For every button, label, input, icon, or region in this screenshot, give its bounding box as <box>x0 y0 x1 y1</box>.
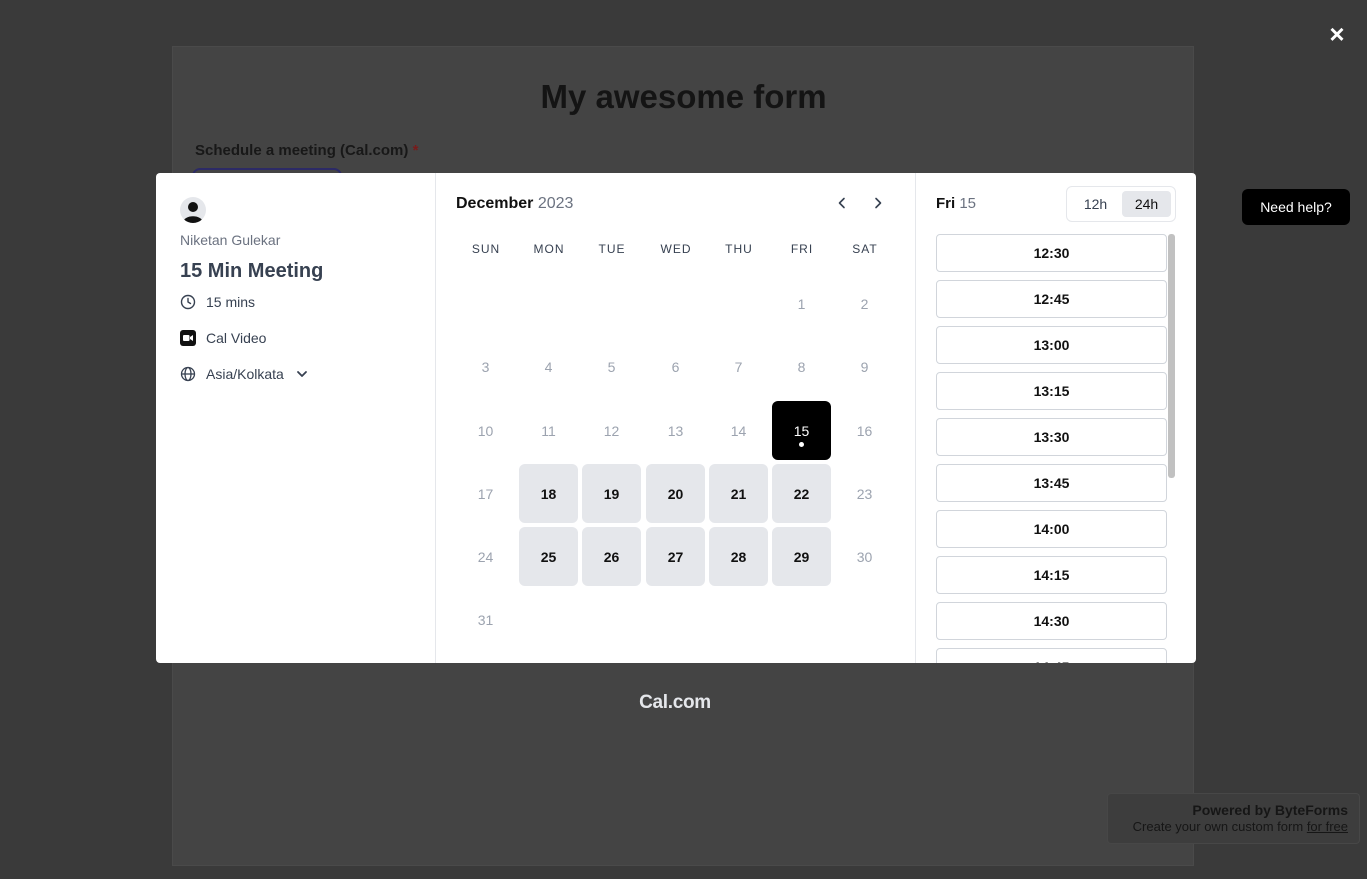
calendar-day-5: 5 <box>607 358 616 375</box>
create-form-label: Create your own custom form <box>1132 819 1304 834</box>
video-icon <box>180 330 196 346</box>
calendar-day-22[interactable]: 22 <box>772 464 831 523</box>
calendar-day-15[interactable]: 15 <box>772 401 831 460</box>
calendar-day-28[interactable]: 28 <box>709 527 768 586</box>
calendar-day-18[interactable]: 18 <box>519 464 578 523</box>
location-row: Cal Video <box>180 330 266 346</box>
calendar-day-16: 16 <box>856 422 873 439</box>
weekday-fri: FRI <box>790 242 814 256</box>
weekday-sat: SAT <box>852 242 878 256</box>
calendar-day-31: 31 <box>477 611 494 628</box>
format-24h-button[interactable]: 24h <box>1122 191 1171 217</box>
month-title: December 2023 <box>456 195 573 213</box>
weekday-tue: TUE <box>598 242 626 256</box>
calendar-day-11: 11 <box>541 422 556 439</box>
avatar <box>180 197 206 223</box>
for-free-link[interactable]: for free <box>1307 819 1348 834</box>
selected-date-heading: Fri 15 <box>936 195 976 212</box>
calendar-day-24: 24 <box>477 548 494 565</box>
calendar-day-27[interactable]: 27 <box>646 527 705 586</box>
need-help-button[interactable]: Need help? <box>1242 189 1350 225</box>
calendar-day-2: 2 <box>860 295 869 312</box>
timezone-selector[interactable]: Asia/Kolkata <box>180 366 310 382</box>
duration-text: 15 mins <box>206 294 256 310</box>
calendar-day-9: 9 <box>860 358 869 375</box>
chevron-down-icon <box>294 366 310 382</box>
event-info-panel: Niketan Gulekar 15 Min Meeting 15 mins C… <box>156 173 436 663</box>
calendar-day-29[interactable]: 29 <box>772 527 831 586</box>
time-slot[interactable]: 14:45 <box>936 648 1167 663</box>
selected-day-number: 15 <box>959 195 977 212</box>
timezone-text: Asia/Kolkata <box>206 366 284 382</box>
calendar-day-14: 14 <box>730 422 747 439</box>
time-slot[interactable]: 13:15 <box>936 372 1167 410</box>
time-slot[interactable]: 14:30 <box>936 602 1167 640</box>
calendar-day-10: 10 <box>477 422 494 439</box>
calendar-day-19[interactable]: 19 <box>582 464 641 523</box>
clock-icon <box>180 294 196 310</box>
time-slot[interactable]: 12:45 <box>936 280 1167 318</box>
next-month-button[interactable] <box>866 193 890 217</box>
field-label: Schedule a meeting (Cal.com) * <box>195 142 418 159</box>
calendar-day-3: 3 <box>481 358 490 375</box>
month-name: December <box>456 195 534 212</box>
duration-row: 15 mins <box>180 294 255 310</box>
field-label-text: Schedule a meeting (Cal.com) <box>195 142 409 159</box>
calendar-day-25[interactable]: 25 <box>519 527 578 586</box>
calendar-day-6: 6 <box>671 358 680 375</box>
cal-brand-logo: Cal.com <box>639 692 711 713</box>
required-mark: * <box>412 142 419 159</box>
time-slot[interactable]: 13:45 <box>936 464 1167 502</box>
booking-modal: Niketan Gulekar 15 Min Meeting 15 mins C… <box>156 173 1196 663</box>
time-slot[interactable]: 14:00 <box>936 510 1167 548</box>
event-title: 15 Min Meeting <box>180 260 324 282</box>
time-slot[interactable]: 13:00 <box>936 326 1167 364</box>
calendar-day-13: 13 <box>667 422 684 439</box>
time-slot[interactable]: 14:15 <box>936 556 1167 594</box>
create-form-text: Create your own custom form for free <box>1108 819 1348 834</box>
calendar-day-23: 23 <box>856 485 873 502</box>
calendar-panel: December 2023 SUN MON TUE WED THU FRI SAT 1 2 3 4 5… <box>436 173 916 663</box>
location-text: Cal Video <box>206 330 267 346</box>
time-slots-panel: Fri 15 12h 24h 12:30 12:45 13:00 13:15 13:30… <box>916 173 1196 663</box>
time-slot[interactable]: 12:30 <box>936 234 1167 272</box>
weekday-wed: WED <box>660 242 692 256</box>
calendar-day-4: 4 <box>544 358 553 375</box>
prev-month-button[interactable] <box>830 193 854 217</box>
year: 2023 <box>537 195 574 212</box>
chevron-left-icon <box>834 195 850 216</box>
form-title: My awesome form <box>540 78 827 115</box>
weekday-sun: SUN <box>471 242 501 256</box>
calendar-day-21[interactable]: 21 <box>709 464 768 523</box>
powered-by-text: Powered by ByteForms <box>1192 802 1348 818</box>
powered-by-badge: Powered by ByteForms Create your own cus… <box>1107 793 1360 844</box>
weekday-thu: THU <box>725 242 753 256</box>
calendar-day-7: 7 <box>734 358 743 375</box>
host-name: Niketan Gulekar <box>180 232 281 248</box>
weekday-mon: MON <box>533 242 565 256</box>
time-format-toggle: 12h 24h <box>1066 186 1176 222</box>
calendar-day-12: 12 <box>603 422 620 439</box>
slot-list-scrollbar[interactable] <box>1168 234 1175 478</box>
calendar-day-8: 8 <box>797 358 806 375</box>
selected-day-name: Fri <box>936 195 956 212</box>
format-12h-button[interactable]: 12h <box>1071 191 1120 217</box>
calendar-day-1: 1 <box>797 295 806 312</box>
globe-icon <box>180 366 196 382</box>
calendar-day-26[interactable]: 26 <box>582 527 641 586</box>
calendar-day-17: 17 <box>477 485 494 502</box>
calendar-day-30: 30 <box>856 548 873 565</box>
close-icon[interactable]: × <box>1323 20 1351 48</box>
chevron-right-icon <box>870 195 886 216</box>
time-slot[interactable]: 13:30 <box>936 418 1167 456</box>
calendar-day-20[interactable]: 20 <box>646 464 705 523</box>
